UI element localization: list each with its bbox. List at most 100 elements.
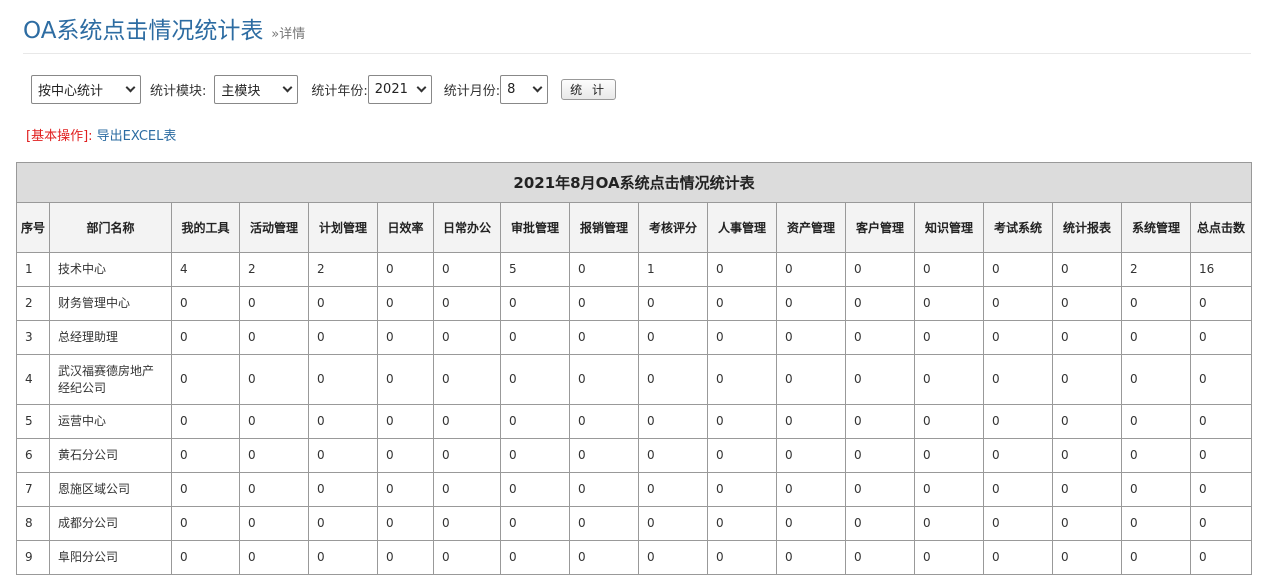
table-cell: 0 [845,438,915,473]
column-header: 考核评分 [638,202,708,253]
table-cell: 1 [638,252,708,287]
table-cell: 0 [707,540,777,575]
table-cell: 5 [500,252,570,287]
table-cell: 0 [171,286,240,321]
column-header: 考试系统 [983,202,1053,253]
module-label: 统计模块: [150,83,207,99]
table-cell: 0 [239,404,309,439]
total-clicks-cell: 16 [1190,252,1252,287]
page-title: OA系统点击情况统计表 [23,18,264,44]
table-cell: 0 [171,438,240,473]
table-cell: 0 [1121,320,1191,355]
table-cell: 0 [377,354,434,405]
table-cell: 0 [1052,438,1122,473]
table-cell: 0 [1121,286,1191,321]
year-select[interactable]: 2021 [367,74,432,104]
table-cell: 0 [569,354,639,405]
page-header: OA系统点击情况统计表 »详情 [23,14,1251,54]
column-header: 活动管理 [239,202,309,253]
department-name-cell: 运营中心 [49,404,172,439]
table-cell: 0 [776,438,846,473]
column-header: 日效率 [377,202,434,253]
table-cell: 2 [308,252,378,287]
table-cell: 0 [239,540,309,575]
department-name-cell: 技术中心 [49,252,172,287]
table-cell: 0 [1121,540,1191,575]
table-cell: 0 [377,320,434,355]
table-cell: 1 [16,252,50,287]
table-cell: 0 [171,506,240,541]
table-row: 4 武汉福赛德房地产经纪公司 0 0 0 0 0 0 0 0 0 0 0 0 0 0 0 0 [16,354,1252,405]
table-cell: 0 [845,252,915,287]
table-cell: 0 [569,252,639,287]
table-body: 1 技术中心 4 2 2 0 0 5 0 1 0 0 0 0 0 0 2 16 2 财务管理中心 0 0 0 0 0 0 0 0 0 0 0… [16,252,1252,575]
table-cell: 0 [308,438,378,473]
table-cell: 0 [707,404,777,439]
month-select[interactable]: 8 [500,74,549,104]
table-cell: 0 [776,506,846,541]
column-header: 资产管理 [776,202,846,253]
department-name-cell: 阜阳分公司 [49,540,172,575]
table-cell: 0 [1121,472,1191,507]
group-by-value: 按中心统计 [38,83,104,99]
table-row: 9 阜阳分公司 0 0 0 0 0 0 0 0 0 0 0 0 0 0 0 0 [16,540,1252,575]
table-cell: 0 [569,472,639,507]
table-cell: 0 [776,320,846,355]
department-name-cell: 财务管理中心 [49,286,172,321]
table-cell: 0 [433,540,501,575]
table-cell: 0 [377,286,434,321]
column-header: 人事管理 [707,202,777,253]
table-cell: 0 [707,320,777,355]
submit-button[interactable]: 统 计 [561,78,616,100]
module-select[interactable]: 主模块 [214,74,299,104]
table-cell: 2 [1121,252,1191,287]
table-cell: 0 [845,506,915,541]
table-cell: 0 [707,354,777,405]
table-cell: 0 [638,540,708,575]
column-header: 统计报表 [1052,202,1122,253]
table-cell: 0 [914,540,984,575]
total-clicks-cell: 0 [1190,286,1252,321]
table-cell: 0 [433,354,501,405]
table-cell: 0 [500,540,570,575]
total-clicks-cell: 0 [1190,438,1252,473]
total-clicks-cell: 0 [1190,354,1252,405]
table-cell: 0 [776,252,846,287]
table-cell: 0 [569,540,639,575]
table-cell: 4 [171,252,240,287]
column-header: 我的工具 [171,202,240,253]
table-cell: 0 [433,404,501,439]
table-cell: 0 [914,252,984,287]
table-cell: 0 [1121,404,1191,439]
table-cell: 0 [776,404,846,439]
table-cell: 0 [171,404,240,439]
table-cell: 0 [845,320,915,355]
page-subtitle[interactable]: »详情 [271,23,305,42]
table-cell: 0 [308,540,378,575]
table-cell: 0 [914,320,984,355]
total-clicks-cell: 0 [1190,472,1252,507]
table-cell: 0 [377,540,434,575]
table-cell: 0 [1121,438,1191,473]
table-cell: 2 [239,252,309,287]
table-header-row: 序号 部门名称 我的工具 活动管理 计划管理 日效率 日常办公 审批管理 报销管理 考核评分 人事管… [16,202,1252,253]
table-cell: 0 [433,286,501,321]
department-name-cell: 总经理助理 [49,320,172,355]
table-cell: 0 [1121,506,1191,541]
table-cell: 0 [845,286,915,321]
export-excel-link[interactable]: 导出EXCEL表 [97,129,177,144]
table-cell: 0 [707,286,777,321]
table-cell: 0 [914,286,984,321]
table-cell: 0 [914,472,984,507]
table-cell: 0 [500,404,570,439]
table-cell: 0 [638,472,708,507]
table-cell: 0 [239,438,309,473]
table-cell: 0 [914,404,984,439]
table-cell: 0 [569,404,639,439]
table-cell: 0 [983,320,1053,355]
table-row: 6 黄石分公司 0 0 0 0 0 0 0 0 0 0 0 0 0 0 0 0 [16,438,1252,473]
table-cell: 0 [638,354,708,405]
group-by-select[interactable]: 按中心统计 [31,74,141,104]
table-cell: 0 [500,354,570,405]
table-cell: 0 [1052,320,1122,355]
